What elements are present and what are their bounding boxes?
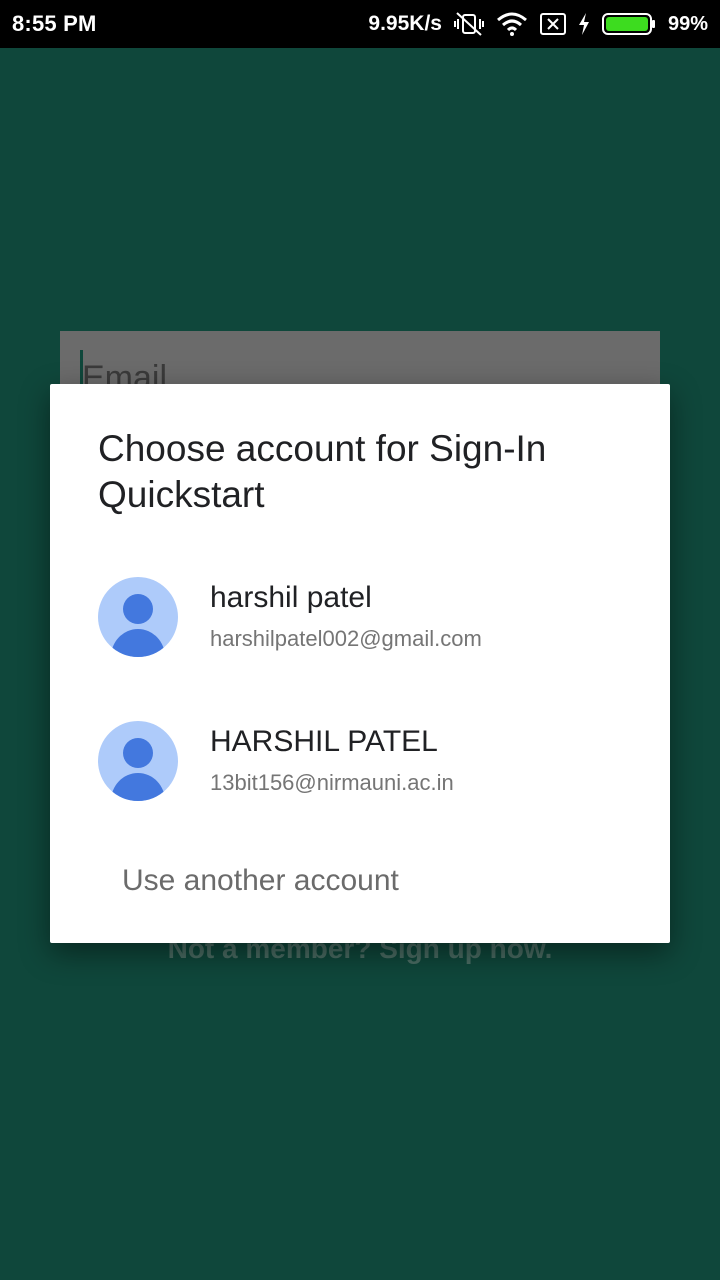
person-icon	[111, 738, 165, 801]
account-name: harshil patel	[210, 581, 372, 614]
use-another-account-button[interactable]: Use another account	[122, 864, 399, 898]
account-item[interactable]: HARSHIL PATEL 13bit156@nirmauni.ac.in	[50, 701, 670, 821]
account-email: harshilpatel002@gmail.com	[210, 626, 482, 651]
account-name: HARSHIL PATEL	[210, 725, 438, 758]
wifi-icon	[496, 12, 528, 36]
status-icons: 9.95K/s 99%	[368, 11, 708, 37]
network-speed: 9.95K/s	[368, 12, 442, 35]
account-email: 13bit156@nirmauni.ac.in	[210, 770, 454, 795]
charging-icon	[578, 13, 590, 35]
account-item[interactable]: harshil patel harshilpatel002@gmail.com	[50, 557, 670, 677]
avatar	[98, 721, 178, 801]
avatar	[98, 577, 178, 657]
battery-percent: 99%	[667, 12, 708, 35]
dialog-title: Choose account for Sign-In Quickstart	[98, 428, 547, 515]
status-bar: 8:55 PM 9.95K/s 99%	[0, 0, 720, 48]
account-chooser-dialog: Choose account for Sign-In Quickstart ha…	[50, 384, 670, 943]
person-icon	[111, 594, 165, 657]
status-time: 8:55 PM	[12, 11, 97, 36]
battery-icon	[601, 13, 656, 35]
no-sim-icon	[539, 13, 566, 35]
vibrate-off-icon	[453, 11, 484, 37]
